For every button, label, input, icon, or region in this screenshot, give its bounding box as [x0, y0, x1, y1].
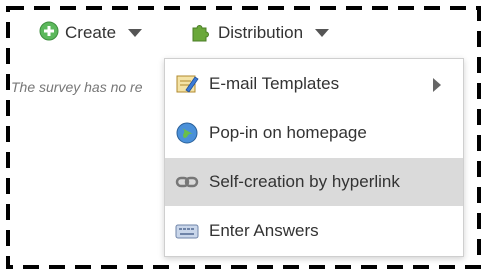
create-button[interactable]: Create — [39, 19, 143, 47]
menu-item-enter-answers[interactable]: Enter Answers — [165, 207, 463, 255]
distribution-button-label: Distribution — [218, 23, 304, 42]
menu-item-label: Pop-in on homepage — [209, 123, 367, 142]
chevron-right-icon — [433, 78, 441, 92]
plus-circle-icon — [39, 21, 59, 46]
puzzle-icon — [190, 20, 212, 47]
menu-item-self-creation-hyperlink[interactable]: Self-creation by hyperlink — [165, 158, 463, 206]
chevron-down-icon — [315, 29, 330, 37]
globe-icon — [175, 121, 199, 145]
chevron-down-icon — [128, 29, 143, 37]
create-button-label: Create — [65, 23, 117, 42]
distribution-dropdown-menu: E-mail Templates Pop-in on homepage Self… — [164, 58, 464, 257]
menu-item-popin-homepage[interactable]: Pop-in on homepage — [165, 109, 463, 157]
menu-item-label: Self-creation by hyperlink — [209, 172, 400, 191]
empty-survey-message: The survey has no re — [11, 79, 143, 95]
distribution-button[interactable]: Distribution — [190, 19, 330, 47]
menu-item-label: E-mail Templates — [209, 74, 340, 93]
menu-item-label: Enter Answers — [209, 221, 319, 240]
email-template-icon — [175, 72, 199, 96]
keyboard-icon — [175, 219, 199, 243]
menu-item-email-templates[interactable]: E-mail Templates — [165, 60, 463, 108]
link-icon — [175, 170, 199, 194]
